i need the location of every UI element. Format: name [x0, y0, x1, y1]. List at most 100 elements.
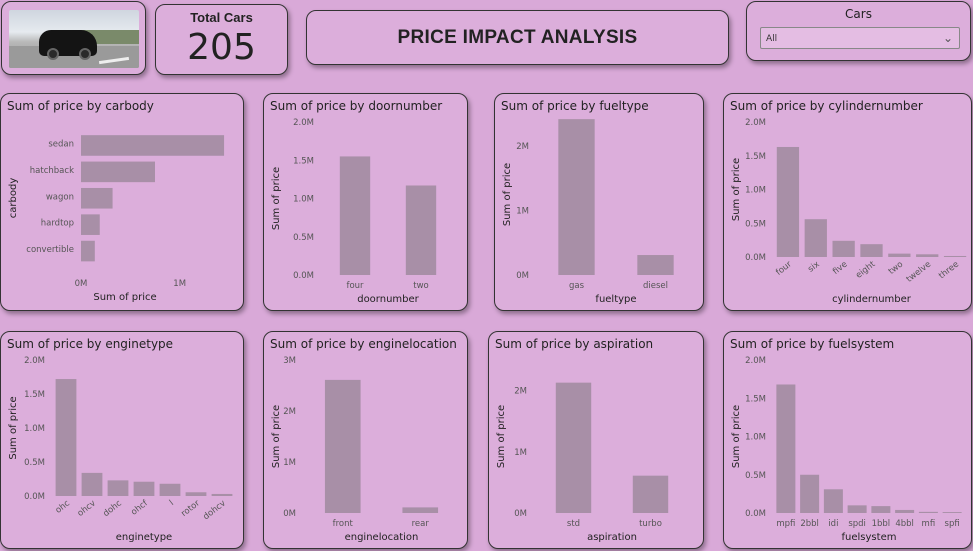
bar[interactable]: [888, 253, 911, 257]
cars-dropdown[interactable]: All ⌄: [760, 27, 960, 49]
tick-label: mpfi: [776, 519, 795, 529]
bar[interactable]: [943, 255, 967, 257]
chart-cylindernumber[interactable]: Sum of price by cylindernumber 0.0M 0.5M 1.…: [723, 93, 972, 311]
axis-tick: 2.0M: [24, 356, 45, 366]
y-axis-label: Sum of price: [502, 163, 513, 226]
tick-label: hardtop: [41, 219, 74, 229]
y-axis-label: Sum of price: [496, 405, 507, 468]
tick-label: spdi: [848, 519, 866, 529]
bar[interactable]: [847, 505, 867, 513]
tick-label: gas: [569, 281, 585, 291]
axis-tick: 1.5M: [745, 152, 766, 162]
axis-tick: 1.5M: [24, 390, 45, 400]
chart-enginelocation[interactable]: Sum of price by enginelocation 0M 1M 2M 3M fr…: [263, 331, 468, 549]
x-axis-label: cylindernumber: [832, 294, 912, 305]
bar[interactable]: [405, 185, 437, 275]
tick-label: 4bbl: [895, 519, 914, 529]
bar[interactable]: [558, 119, 595, 275]
chart-svg: 0M 1M 2M 3M front rear enginelocation Sum of pr…: [271, 356, 439, 543]
bar[interactable]: [133, 481, 155, 496]
chart-svg: 0.0M 0.5M 1.0M 1.5M 2.0M ohc ohcv dohc ohcf l roto…: [8, 356, 233, 543]
tick-label: turbo: [639, 519, 662, 529]
bar[interactable]: [776, 384, 796, 513]
bar[interactable]: [555, 382, 592, 513]
bar[interactable]: [916, 254, 939, 257]
bar[interactable]: [800, 474, 820, 513]
axis-tick: 1.0M: [745, 186, 766, 196]
bar[interactable]: [637, 255, 674, 275]
bar[interactable]: [81, 187, 113, 209]
tick-label: twelve: [905, 259, 933, 284]
x-axis-label: enginetype: [116, 532, 172, 543]
tick-label: sedan: [48, 140, 74, 150]
chart-carbody[interactable]: Sum of price by carbody sedan hatchback wag…: [0, 93, 244, 311]
bar[interactable]: [632, 475, 669, 513]
bar[interactable]: [942, 512, 962, 513]
tick-label: diesel: [643, 281, 668, 291]
axis-tick: 0.0M: [745, 509, 766, 519]
bar[interactable]: [81, 161, 155, 183]
tick-label: four: [774, 259, 794, 278]
axis-tick: 1.0M: [24, 424, 45, 434]
bar[interactable]: [823, 489, 843, 513]
chevron-down-icon[interactable]: ⌄: [943, 31, 953, 45]
chart-aspiration[interactable]: Sum of price by aspiration 0M 1M 2M std turbo…: [488, 331, 704, 549]
x-axis-label: fueltype: [595, 294, 636, 305]
bar[interactable]: [402, 507, 439, 513]
bar[interactable]: [81, 472, 103, 496]
chart-enginetype[interactable]: Sum of price by enginetype 0.0M 0.5M 1.0M 1.…: [0, 331, 244, 549]
bar[interactable]: [55, 379, 77, 496]
bar[interactable]: [159, 483, 181, 496]
bar[interactable]: [832, 240, 855, 257]
tick-label: rear: [412, 519, 430, 529]
bar[interactable]: [81, 214, 100, 235]
axis-tick: 0M: [514, 509, 527, 519]
bar[interactable]: [185, 492, 207, 496]
tick-label: hatchback: [30, 166, 74, 176]
tick-label: three: [937, 259, 961, 281]
x-axis-label: enginelocation: [345, 532, 419, 543]
bar[interactable]: [776, 146, 800, 257]
axis-tick: 1.0M: [745, 433, 766, 443]
tick-label: ohc: [54, 498, 72, 515]
tick-label: five: [831, 259, 849, 276]
bar[interactable]: [860, 244, 883, 257]
dropdown-value: All: [766, 34, 778, 44]
axis-tick: 0.5M: [745, 219, 766, 229]
chart-fuelsystem[interactable]: Sum of price by fuelsystem 0.0M 0.5M 1.0M 1.…: [723, 331, 972, 549]
bar[interactable]: [918, 511, 938, 513]
axis-tick: 0.5M: [745, 471, 766, 481]
bar[interactable]: [804, 219, 827, 257]
bar[interactable]: [107, 480, 129, 496]
tick-label: idi: [828, 519, 838, 529]
bar[interactable]: [871, 506, 891, 513]
axis-tick: 1M: [516, 207, 529, 217]
axis-tick: 1.5M: [745, 394, 766, 404]
axis-tick: 1.0M: [293, 195, 314, 205]
tick-label: l: [168, 498, 176, 507]
bar[interactable]: [211, 493, 233, 496]
tick-label: eight: [854, 259, 878, 281]
chart-fueltype[interactable]: Sum of price by fueltype 0M 1M 2M gas diesel f…: [494, 93, 704, 311]
axis-tick: 1.5M: [293, 156, 314, 166]
x-axis-label: Sum of price: [93, 292, 156, 303]
x-axis-label: doornumber: [357, 294, 419, 305]
axis-tick: 2M: [514, 387, 527, 397]
bar[interactable]: [81, 135, 225, 156]
chart-svg: sedan hatchback wagon hardtop convertible 0M 1…: [8, 135, 225, 303]
axis-tick: 0.5M: [24, 458, 45, 468]
tick-label: two: [413, 281, 429, 291]
tick-label: convertible: [26, 245, 74, 255]
chart-doornumber[interactable]: Sum of price by doornumber 0.0M 0.5M 1.0M 1.…: [263, 93, 468, 311]
axis-tick: 0M: [283, 509, 296, 519]
axis-tick: 0.5M: [293, 233, 314, 243]
axis-tick: 0M: [516, 271, 529, 281]
bar[interactable]: [339, 156, 371, 275]
bar[interactable]: [324, 379, 361, 513]
axis-tick: 1M: [173, 279, 186, 289]
bar[interactable]: [895, 509, 915, 513]
report-title-card: PRICE IMPACT ANALYSIS: [306, 10, 729, 65]
axis-tick: 0.0M: [293, 271, 314, 281]
bar[interactable]: [81, 240, 95, 262]
y-axis-label: Sum of price: [271, 405, 282, 468]
